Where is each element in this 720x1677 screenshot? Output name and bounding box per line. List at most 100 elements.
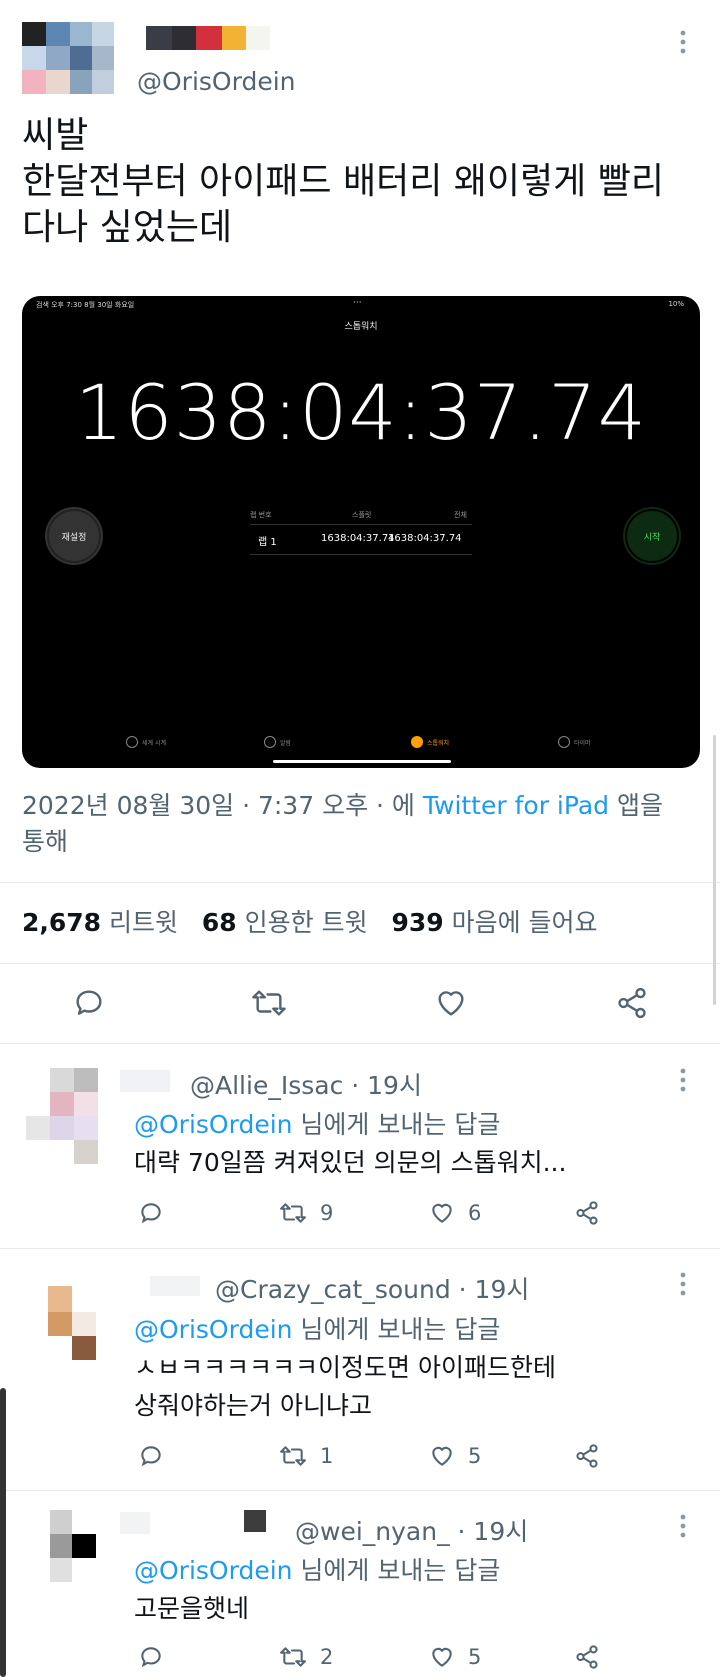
- quote-count[interactable]: 68 인용한 트윗: [202, 908, 368, 937]
- tab-alarm: 알람: [264, 736, 291, 748]
- reply-icon: [141, 1203, 161, 1224]
- globe-icon: [126, 736, 138, 748]
- share-icon: [618, 987, 646, 1019]
- replying-to-label: 님에게 보내는 답글: [292, 1315, 501, 1344]
- tab-label: 세계 시계: [142, 739, 166, 747]
- divider: [0, 963, 720, 964]
- like-button[interactable]: 6: [428, 1200, 481, 1226]
- tweet-source-link[interactable]: Twitter for iPad: [423, 791, 609, 820]
- lap-header-number: 랩 번호: [250, 511, 272, 519]
- clock-tab-bar: 세계 시계 알람 스톱워치 타이머: [22, 736, 700, 756]
- share-icon: [576, 1444, 598, 1468]
- share-button[interactable]: [574, 1644, 600, 1670]
- like-count: 6: [468, 1201, 482, 1225]
- more-options-icon[interactable]: [680, 30, 686, 54]
- reply-button[interactable]: [72, 986, 106, 1020]
- ipad-status-battery: 10%: [668, 300, 684, 308]
- tweet-timestamp[interactable]: 2022년 08월 30일 · 7:37 오후 · 에: [22, 791, 423, 820]
- replying-to-handle[interactable]: @OrisOrdein: [134, 1110, 292, 1139]
- ipad-status-left: 검색 오후 7:30 8월 30일 화요일: [36, 301, 135, 309]
- like-count-value: 939: [391, 908, 444, 937]
- tweet-media-image[interactable]: 검색 오후 7:30 8월 30일 화요일 ··· 10% 스톱워치 1638:…: [22, 296, 700, 768]
- share-button[interactable]: [574, 1200, 600, 1226]
- tab-stopwatch: 스톱워치: [411, 736, 449, 748]
- reply-author-handle[interactable]: @wei_nyan_ · 19시: [295, 1512, 528, 1548]
- reply-author-handle[interactable]: @Allie_Issac · 19시: [190, 1066, 422, 1102]
- reply-author-handle[interactable]: @Crazy_cat_sound · 19시: [215, 1270, 529, 1306]
- tab-world-clock: 세계 시계: [126, 736, 166, 748]
- reply-text-line: 고문을햇네: [134, 1594, 250, 1623]
- like-button[interactable]: 5: [428, 1644, 481, 1670]
- share-button[interactable]: [574, 1443, 600, 1469]
- tweet-text-line: 씨발: [22, 115, 89, 156]
- replying-to-handle[interactable]: @OrisOrdein: [134, 1556, 292, 1585]
- stopwatch-time: 1638:04:37.74: [75, 368, 647, 457]
- like-button[interactable]: 5: [428, 1443, 481, 1469]
- reply-button[interactable]: [138, 1443, 164, 1469]
- divider: [0, 882, 720, 883]
- like-count: 5: [468, 1444, 482, 1468]
- reply-icon: [141, 1446, 161, 1467]
- replying-to-handle[interactable]: @OrisOrdein: [134, 1315, 292, 1344]
- retweet-icon: [252, 990, 286, 1016]
- display-name-redacted[interactable]: [120, 1512, 150, 1534]
- start-button: 시작: [625, 509, 679, 563]
- display-name-redacted[interactable]: [120, 1070, 170, 1092]
- avatar[interactable]: [26, 1068, 98, 1168]
- quote-count-value: 68: [201, 908, 237, 937]
- display-name-redacted[interactable]: [244, 1510, 266, 1532]
- share-button[interactable]: [614, 986, 650, 1020]
- reply-text-line: ㅅㅂㅋㅋㅋㅋㅋㅋ이정도면 아이패드한테: [134, 1353, 556, 1382]
- tweet-source-suffix: 앱을: [609, 791, 663, 820]
- share-icon: [576, 1201, 598, 1225]
- reply-text: 고문을햇네: [134, 1590, 249, 1628]
- reply-icon: [141, 1647, 161, 1668]
- reply-text: ㅅㅂㅋㅋㅋㅋㅋㅋ이정도면 아이패드한테 상줘야하는거 아니냐고: [134, 1349, 556, 1425]
- retweet-count-label: 리트윗: [109, 908, 179, 937]
- like-count: 5: [468, 1645, 482, 1669]
- left-scroll-indicator[interactable]: [0, 1388, 6, 1677]
- author-handle[interactable]: @OrisOrdein: [137, 67, 295, 96]
- reply-button[interactable]: [138, 1644, 164, 1670]
- avatar[interactable]: [48, 1270, 98, 1362]
- reset-button: 재설정: [47, 509, 101, 563]
- tweet-text: 씨발 한달전부터 아이패드 배터리 왜이렇게 빨리 다나 싶었는데: [22, 113, 712, 251]
- like-count[interactable]: 939 마음에 들어요: [391, 908, 597, 937]
- like-button[interactable]: [433, 986, 469, 1020]
- more-options-icon[interactable]: [680, 1272, 686, 1300]
- retweet-button[interactable]: 9: [278, 1200, 333, 1226]
- display-name-redacted[interactable]: [146, 26, 270, 50]
- tab-label: 알람: [280, 739, 292, 747]
- quote-count-label: 인용한 트윗: [244, 908, 368, 937]
- more-options-icon[interactable]: [680, 1068, 686, 1096]
- retweet-button[interactable]: 2: [278, 1644, 333, 1670]
- retweet-button[interactable]: 1: [278, 1443, 333, 1469]
- reply-text-line: 상줘야하는거 아니냐고: [134, 1391, 372, 1420]
- display-name-redacted[interactable]: [150, 1276, 200, 1296]
- more-options-icon[interactable]: [680, 1514, 686, 1542]
- reply-text-line: 대략 70일쯤 켜져있던 의문의 스톱워치...: [134, 1148, 567, 1177]
- author-avatar[interactable]: [22, 22, 114, 94]
- stopwatch-icon: [411, 736, 423, 748]
- reply-text: 대략 70일쯤 켜져있던 의문의 스톱워치...: [134, 1144, 566, 1182]
- lap-header-split: 스플릿: [352, 511, 372, 519]
- right-scroll-indicator[interactable]: [713, 735, 716, 1005]
- home-indicator: [273, 760, 451, 763]
- tweet-timestamp-source: 2022년 08월 30일 · 7:37 오후 · 에 Twitter for …: [22, 788, 702, 860]
- avatar[interactable]: [50, 1510, 98, 1590]
- retweet-icon: [280, 1647, 306, 1667]
- lap-row-label: 랩 1: [258, 537, 277, 548]
- reply-icon: [76, 990, 102, 1015]
- lap-row-split: 1638:04:37.74: [321, 533, 395, 544]
- stopwatch-title: 스톱워치: [344, 322, 378, 332]
- retweet-button[interactable]: [250, 986, 288, 1020]
- retweet-count: 1: [320, 1444, 334, 1468]
- reply-button[interactable]: [138, 1200, 164, 1226]
- lap-row-total: 1638:04:37.74: [388, 533, 462, 544]
- lap-divider: [250, 524, 472, 525]
- retweet-count[interactable]: 2,678 리트윗: [22, 908, 178, 937]
- replying-to-label: 님에게 보내는 답글: [292, 1556, 501, 1585]
- heart-icon: [432, 1647, 452, 1667]
- lap-header-total: 전체: [454, 511, 467, 519]
- replying-to-label: 님에게 보내는 답글: [292, 1110, 501, 1139]
